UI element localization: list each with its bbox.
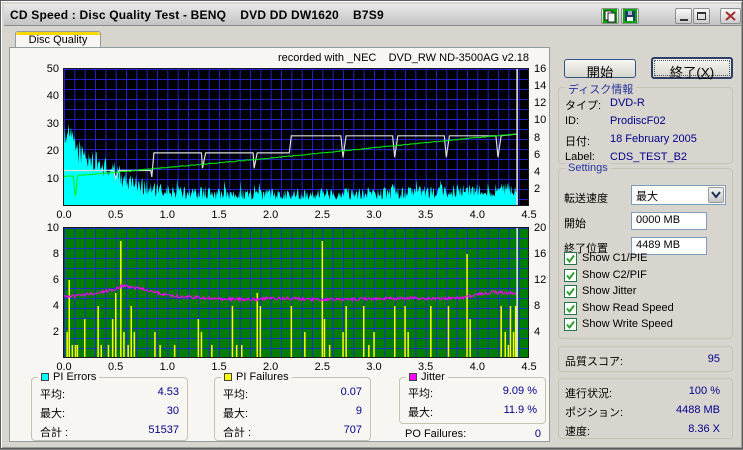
- stat-value: 0.07: [340, 386, 362, 398]
- maximize-icon: [697, 12, 706, 20]
- stat-value: 9: [355, 405, 362, 417]
- minimize-button[interactable]: [675, 8, 692, 24]
- transfer-speed-select[interactable]: 最大: [631, 185, 726, 205]
- speed-value: 8.36 X: [688, 423, 720, 435]
- transfer-speed-label: 転送速度: [564, 193, 608, 205]
- checkbox-label: Show Jitter: [582, 285, 637, 297]
- checkbox-show-read-speed[interactable]: Show Read Speed: [564, 302, 729, 316]
- checkbox-icon: [564, 252, 577, 265]
- exit-button[interactable]: 終了(X): [651, 57, 733, 80]
- app-window: CD Speed : Disc Quality Test - BENQ DVD …: [0, 0, 743, 449]
- pi-errors-statbox: PI Errors 平均: 4.53 最大: 30 合計 : 51537: [31, 371, 188, 441]
- position-value: 4488 MB: [675, 404, 720, 416]
- stat-value: 11.9 %: [503, 404, 537, 416]
- checkbox-label: Show Write Speed: [582, 318, 673, 330]
- pi-errors-speed-chart: [63, 68, 529, 206]
- jitter-swatch: [409, 373, 417, 381]
- window-title: CD Speed : Disc Quality Test - BENQ DVD …: [10, 7, 384, 22]
- pi-failures-statbox: PI Failures 平均: 0.07 最大: 9 合計 : 707: [214, 371, 371, 441]
- clipboard-copy-icon: [603, 9, 617, 23]
- disc-info-groupbox: ディスク情報 タイプ: DVD-R ID: ProdiscF02 日付: 18 …: [558, 81, 733, 164]
- pi-errors-legend: PI Errors: [38, 371, 100, 383]
- quality-score-groupbox: 品質スコア: 95: [558, 346, 733, 372]
- progress-value: 100 %: [688, 385, 720, 397]
- disc-type-value: DVD-R: [610, 97, 645, 109]
- po-failures-value: 0: [534, 428, 541, 440]
- checkbox-show-c1-pie[interactable]: Show C1/PIE: [564, 252, 729, 266]
- quality-score-label: 品質スコア:: [565, 356, 624, 368]
- pi-failures-jitter-chart: [63, 227, 529, 358]
- checkbox-icon: [564, 302, 577, 315]
- pi-failures-swatch: [224, 373, 232, 381]
- start-button-label: 開始: [586, 65, 614, 80]
- disc-type-label: タイプ:: [565, 100, 602, 112]
- stat-value: 51537: [148, 424, 179, 436]
- maximize-button[interactable]: [693, 8, 710, 24]
- stat-label: 平均:: [223, 389, 249, 401]
- stat-value: 707: [343, 424, 362, 436]
- position-label: ポジション:: [565, 407, 624, 419]
- stat-label: 最大:: [408, 407, 434, 419]
- disc-info-title: ディスク情報: [565, 81, 637, 97]
- end-position-value: 4489 MB: [636, 239, 681, 251]
- start-position-field[interactable]: 0000 MB: [631, 212, 707, 230]
- start-position-value: 0000 MB: [636, 214, 681, 226]
- transfer-speed-value: 最大: [636, 191, 658, 203]
- disc-date-label: 日付:: [565, 136, 591, 148]
- tab-disc-quality[interactable]: Disc Quality: [15, 31, 101, 48]
- close-icon: [725, 11, 736, 21]
- stat-label: 最大:: [40, 408, 66, 420]
- checkbox-label: Show C1/PIE: [582, 252, 648, 264]
- pi-errors-swatch: [41, 373, 49, 381]
- combo-dropdown-button[interactable]: [708, 187, 724, 203]
- stat-value: 30: [166, 405, 179, 417]
- exit-button-label-close: ): [709, 65, 715, 80]
- pi-errors-title: PI Errors: [53, 371, 97, 383]
- disc-date-value: 18 February 2005: [610, 133, 697, 145]
- stat-label: 平均:: [40, 389, 66, 401]
- jitter-statbox: Jitter 平均: 9.09 % 最大: 11.9 %: [399, 371, 546, 424]
- quality-score-value: 95: [707, 353, 720, 365]
- checkbox-icon: [564, 318, 577, 331]
- checkbox-label: Show Read Speed: [582, 302, 674, 314]
- start-button[interactable]: 開始: [564, 59, 636, 80]
- recorded-with-text: recorded with _NEC DVD_RW ND-3500AG v2.1…: [277, 52, 529, 64]
- checkbox-icon: [564, 269, 577, 282]
- save-button[interactable]: [621, 8, 639, 24]
- stat-label: 平均:: [408, 388, 434, 400]
- start-position-label: 開始: [564, 218, 586, 230]
- exit-button-label: 終了(: [669, 65, 701, 80]
- tab-label: Disc Quality: [28, 34, 88, 46]
- stat-value: 4.53: [157, 386, 179, 398]
- po-failures-label: PO Failures:: [405, 428, 467, 440]
- copy-to-clipboard-button[interactable]: [601, 8, 619, 24]
- jitter-legend: Jitter: [406, 371, 448, 383]
- checkbox-show-c2-pif[interactable]: Show C2/PIF: [564, 269, 729, 283]
- pi-failures-legend: PI Failures: [221, 371, 292, 383]
- disc-id-label: ID:: [565, 115, 580, 127]
- speed-label: 速度:: [565, 426, 591, 438]
- progress-groupbox: 進行状況: 100 % ポジション: 4488 MB 速度: 8.36 X: [558, 378, 733, 439]
- exit-accel-key: X: [700, 65, 710, 80]
- disc-label-value: CDS_TEST_B2: [610, 151, 688, 163]
- title-bar[interactable]: CD Speed : Disc Quality Test - BENQ DVD …: [4, 4, 741, 26]
- stat-value: 9.09 %: [502, 385, 537, 397]
- checkbox-show-write-speed[interactable]: Show Write Speed: [564, 318, 729, 332]
- checkbox-icon: [564, 285, 577, 298]
- jitter-title: Jitter: [421, 371, 445, 383]
- close-button[interactable]: [720, 8, 741, 24]
- minimize-icon: [679, 19, 688, 21]
- stat-label: 合計 :: [223, 427, 252, 439]
- stat-label: 合計 :: [40, 427, 69, 439]
- floppy-save-icon: [623, 9, 637, 23]
- checkbox-show-jitter[interactable]: Show Jitter: [564, 285, 729, 299]
- chevron-down-icon: [711, 191, 721, 199]
- settings-title: Settings: [565, 162, 611, 174]
- progress-label: 進行状況:: [565, 388, 613, 400]
- stat-label: 最大:: [223, 408, 249, 420]
- pi-failures-title: PI Failures: [236, 371, 289, 383]
- disc-id-value: ProdiscF02: [610, 115, 666, 127]
- checkbox-label: Show C2/PIF: [582, 269, 647, 281]
